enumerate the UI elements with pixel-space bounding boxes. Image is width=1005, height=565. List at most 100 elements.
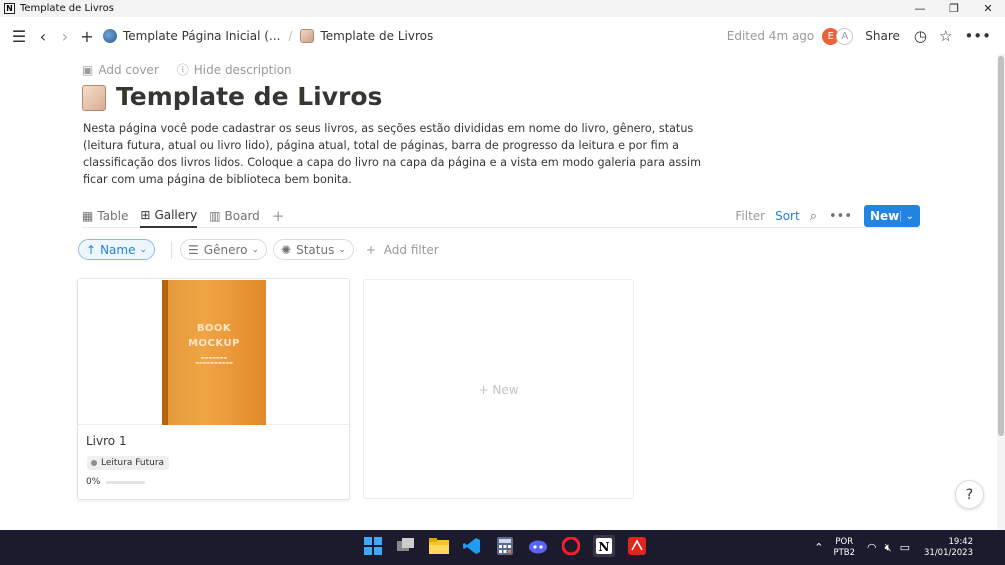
tab-board[interactable]: ▥ Board: [209, 204, 260, 228]
view-actions: Filter Sort ⌕ ••• New ⌄: [735, 204, 920, 228]
taskbar-apps: N: [362, 535, 659, 557]
volume-muted-icon[interactable]: 🔇︎: [885, 541, 892, 555]
status-filter-chip[interactable]: ✺ Status ⌄: [273, 239, 354, 260]
tab-label: Board: [224, 208, 260, 223]
table-icon: ▦: [82, 208, 94, 223]
new-card-button[interactable]: + New: [363, 279, 634, 499]
chevron-down-icon: ⌄: [139, 244, 148, 255]
status-dot-icon: [91, 460, 97, 466]
avatar[interactable]: A: [836, 27, 854, 45]
status-icon: ✺: [281, 242, 292, 257]
acrobat-icon[interactable]: [626, 535, 648, 557]
window-title: Template de Livros: [20, 3, 114, 14]
chevron-down-icon[interactable]: ⌄: [899, 210, 914, 222]
notion-app-icon: N: [4, 3, 15, 14]
new-button-label: New: [870, 209, 900, 223]
filter-button[interactable]: Filter: [735, 209, 765, 223]
new-button[interactable]: New ⌄: [864, 205, 920, 227]
view-tabs-bar: ▦ Table ⊞ Gallery ▥ Board + Filter Sort …: [82, 204, 920, 228]
divider: [171, 240, 173, 259]
wifi-icon[interactable]: ◠: [867, 541, 877, 554]
svg-text:N: N: [599, 540, 610, 554]
clock-time: 19:42: [948, 536, 974, 547]
info-icon: ⓘ: [176, 63, 189, 77]
add-filter-label: Add filter: [383, 242, 439, 257]
breadcrumb-separator: /: [288, 29, 293, 43]
clock-icon[interactable]: ◷: [914, 27, 927, 45]
breadcrumb: Template Página Inicial (... / Template …: [103, 29, 433, 43]
book-spine: [162, 280, 168, 425]
page-title[interactable]: Template de Livros: [116, 82, 382, 111]
system-clock[interactable]: 19:42 31/01/2023: [924, 537, 973, 559]
clock-date: 31/01/2023: [924, 547, 973, 558]
image-icon: ▣: [82, 62, 94, 77]
breadcrumb-parent[interactable]: Template Página Inicial (...: [123, 29, 280, 43]
top-nav-actions: Edited 4m ago E A Share ◷ ☆ •••: [727, 18, 1005, 54]
file-explorer-icon[interactable]: [428, 535, 450, 557]
filter-row: ↑ Name ⌄ ☰ Gênero ⌄ ✺ Status ⌄ + Add fil…: [78, 239, 439, 260]
scrollbar-thumb[interactable]: [998, 56, 1004, 436]
vscode-icon[interactable]: [461, 535, 483, 557]
lang-code: POR: [835, 536, 854, 547]
windows-start-icon[interactable]: [362, 535, 384, 557]
edited-timestamp: Edited 4m ago: [726, 29, 815, 43]
add-filter-button[interactable]: + Add filter: [366, 243, 439, 257]
task-view-icon[interactable]: [395, 535, 417, 557]
system-tray: ⌃ POR PTB2 ◠ 🔇︎ ▭ 19:42 31/01/2023: [814, 530, 1005, 565]
hide-description-label: Hide description: [193, 62, 292, 77]
page-emoji-icon[interactable]: [82, 85, 106, 111]
chip-label: Status: [296, 242, 335, 257]
card-title: Livro 1: [86, 434, 127, 448]
top-navigation: ☰ ‹ › + Template Página Inicial (... / T…: [0, 18, 1005, 54]
battery-icon[interactable]: ▭: [900, 541, 910, 554]
opera-icon[interactable]: [560, 535, 582, 557]
chevron-up-icon[interactable]: ⌃: [814, 541, 823, 554]
plus-icon: +: [365, 242, 376, 257]
back-icon[interactable]: ‹: [33, 27, 53, 46]
hide-description-button[interactable]: ⓘ Hide description: [177, 61, 292, 78]
restore-button[interactable]: ❐: [937, 0, 971, 17]
page-actions: ▣ Add cover ⓘ Hide description: [82, 61, 310, 78]
tab-label: Gallery: [154, 207, 198, 222]
search-icon[interactable]: ⌕: [810, 209, 817, 224]
window-titlebar: N Template de Livros — ❐ ✕: [0, 0, 1005, 17]
progress-text: 0%: [86, 477, 101, 487]
sort-button[interactable]: Sort: [775, 209, 800, 223]
more-icon[interactable]: •••: [964, 27, 991, 45]
book-cover-text: MOCKUP: [188, 338, 240, 349]
book-cover-text: BOOK: [196, 323, 232, 334]
forward-icon[interactable]: ›: [55, 27, 75, 46]
tab-gallery[interactable]: ⊞ Gallery: [140, 204, 198, 228]
calculator-icon[interactable]: [494, 535, 516, 557]
minimize-button[interactable]: —: [903, 0, 937, 17]
add-view-icon[interactable]: +: [272, 207, 285, 225]
discord-icon[interactable]: [527, 535, 549, 557]
book-page-icon: [300, 29, 315, 43]
help-button[interactable]: ?: [955, 480, 984, 509]
notion-icon[interactable]: N: [593, 535, 615, 557]
genero-filter-chip[interactable]: ☰ Gênero ⌄: [180, 239, 268, 260]
more-icon[interactable]: •••: [829, 209, 852, 224]
tab-label: Table: [97, 208, 129, 223]
card-cover: BOOK MOCKUP ▬▬▬▬▬▬▬ ▬▬▬▬▬▬▬▬▬▬: [78, 279, 349, 425]
chip-label: Name: [100, 242, 136, 257]
language-indicator[interactable]: POR PTB2: [833, 537, 855, 559]
sort-name-chip[interactable]: ↑ Name ⌄: [78, 239, 156, 260]
add-cover-label: Add cover: [98, 62, 159, 77]
keyboard-layout: PTB2: [833, 547, 856, 558]
star-icon[interactable]: ☆: [939, 27, 952, 45]
share-button[interactable]: Share: [865, 29, 900, 43]
page-description[interactable]: Nesta página você pode cadastrar os seus…: [83, 120, 703, 188]
tab-table[interactable]: ▦ Table: [82, 204, 128, 228]
gallery-card[interactable]: BOOK MOCKUP ▬▬▬▬▬▬▬ ▬▬▬▬▬▬▬▬▬▬ Livro 1 Le…: [77, 278, 350, 500]
breadcrumb-current[interactable]: Template de Livros: [320, 29, 433, 43]
list-icon: ☰: [188, 242, 199, 257]
new-page-icon[interactable]: +: [77, 27, 97, 46]
status-label: Leitura Futura: [101, 458, 165, 468]
chevron-down-icon: ⌄: [251, 244, 260, 255]
book-cover-decoration: ▬▬▬▬▬▬▬ ▬▬▬▬▬▬▬▬▬▬: [195, 355, 233, 365]
add-cover-button[interactable]: ▣ Add cover: [82, 61, 159, 78]
close-button[interactable]: ✕: [971, 0, 1005, 17]
gallery-icon: ⊞: [140, 207, 151, 222]
menu-icon[interactable]: ☰: [9, 27, 29, 46]
